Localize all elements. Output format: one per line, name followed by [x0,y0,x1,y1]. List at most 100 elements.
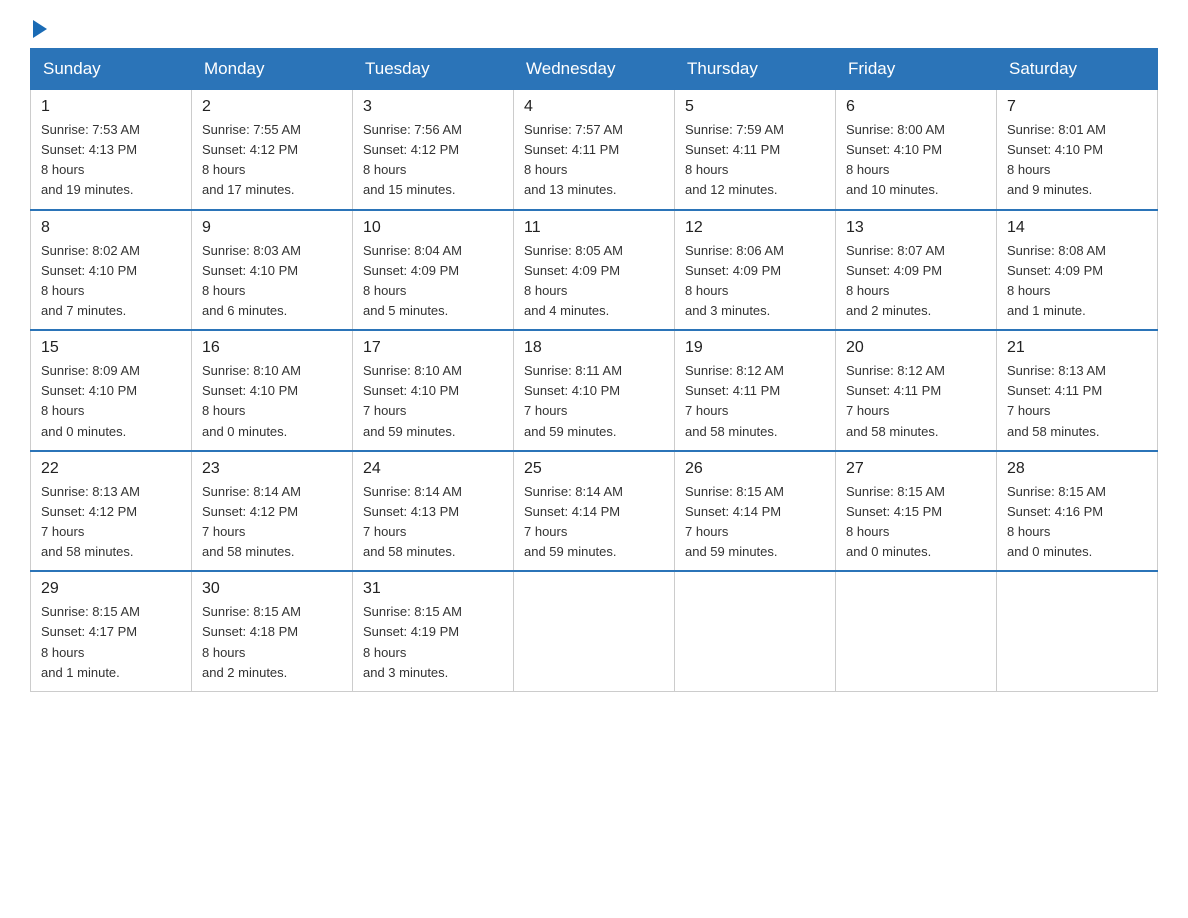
day-info: Sunrise: 8:13 AMSunset: 4:12 PM7 hoursan… [41,482,181,563]
calendar-cell: 28 Sunrise: 8:15 AMSunset: 4:16 PM8 hours… [997,451,1158,572]
calendar-cell [997,571,1158,691]
day-number: 12 [685,219,825,237]
calendar-cell: 8Sunrise: 8:02 AMSunset: 4:10 PM8 hoursa… [31,210,192,331]
calendar-cell: 16 Sunrise: 8:10 AMSunset: 4:10 PM8 hours… [192,330,353,451]
calendar-cell: 7Sunrise: 8:01 AMSunset: 4:10 PM8 hoursa… [997,90,1158,210]
calendar-cell: 9 Sunrise: 8:03 AMSunset: 4:10 PM8 hoursa… [192,210,353,331]
calendar-cell: 27 Sunrise: 8:15 AMSunset: 4:15 PM8 hours… [836,451,997,572]
day-number: 27 [846,460,986,478]
calendar-cell: 1Sunrise: 7:53 AMSunset: 4:13 PM8 hoursa… [31,90,192,210]
day-number: 6 [846,98,986,116]
calendar-cell: 22 Sunrise: 8:13 AMSunset: 4:12 PM7 hours… [31,451,192,572]
day-info: Sunrise: 8:02 AMSunset: 4:10 PM8 hoursan… [41,241,181,322]
calendar-cell: 17 Sunrise: 8:10 AMSunset: 4:10 PM7 hours… [353,330,514,451]
day-number: 1 [41,98,181,116]
day-number: 30 [202,580,342,598]
calendar-cell [514,571,675,691]
day-info: Sunrise: 8:15 AMSunset: 4:17 PM8 hoursan… [41,602,181,683]
day-number: 14 [1007,219,1147,237]
calendar-cell: 29 Sunrise: 8:15 AMSunset: 4:17 PM8 hours… [31,571,192,691]
calendar-table: SundayMondayTuesdayWednesdayThursdayFrid… [30,48,1158,692]
header-monday: Monday [192,49,353,90]
calendar-week-row: 1Sunrise: 7:53 AMSunset: 4:13 PM8 hoursa… [31,90,1158,210]
day-number: 13 [846,219,986,237]
day-info: Sunrise: 8:12 AMSunset: 4:11 PM7 hoursan… [846,361,986,442]
header-tuesday: Tuesday [353,49,514,90]
calendar-cell: 18 Sunrise: 8:11 AMSunset: 4:10 PM7 hours… [514,330,675,451]
day-info: Sunrise: 8:15 AMSunset: 4:16 PM8 hoursan… [1007,482,1147,563]
calendar-week-row: 15 Sunrise: 8:09 AMSunset: 4:10 PM8 hours… [31,330,1158,451]
header-saturday: Saturday [997,49,1158,90]
calendar-cell: 5 Sunrise: 7:59 AMSunset: 4:11 PM8 hoursa… [675,90,836,210]
calendar-cell: 4 Sunrise: 7:57 AMSunset: 4:11 PM8 hoursa… [514,90,675,210]
day-info: Sunrise: 8:15 AMSunset: 4:19 PM8 hoursan… [363,602,503,683]
day-info: Sunrise: 8:11 AMSunset: 4:10 PM7 hoursan… [524,361,664,442]
day-number: 9 [202,219,342,237]
calendar-cell: 12 Sunrise: 8:06 AMSunset: 4:09 PM8 hours… [675,210,836,331]
day-info: Sunrise: 8:14 AMSunset: 4:13 PM7 hoursan… [363,482,503,563]
calendar-cell: 23 Sunrise: 8:14 AMSunset: 4:12 PM7 hours… [192,451,353,572]
day-number: 22 [41,460,181,478]
calendar-cell: 21 Sunrise: 8:13 AMSunset: 4:11 PM7 hours… [997,330,1158,451]
day-number: 7 [1007,98,1147,116]
day-number: 23 [202,460,342,478]
calendar-cell: 24 Sunrise: 8:14 AMSunset: 4:13 PM7 hours… [353,451,514,572]
calendar-cell: 11 Sunrise: 8:05 AMSunset: 4:09 PM8 hours… [514,210,675,331]
header-wednesday: Wednesday [514,49,675,90]
calendar-week-row: 22 Sunrise: 8:13 AMSunset: 4:12 PM7 hours… [31,451,1158,572]
header-thursday: Thursday [675,49,836,90]
day-number: 17 [363,339,503,357]
calendar-cell: 31 Sunrise: 8:15 AMSunset: 4:19 PM8 hours… [353,571,514,691]
day-info: Sunrise: 8:14 AMSunset: 4:14 PM7 hoursan… [524,482,664,563]
day-number: 26 [685,460,825,478]
day-info: Sunrise: 8:10 AMSunset: 4:10 PM8 hoursan… [202,361,342,442]
logo [30,20,47,38]
day-info: Sunrise: 8:14 AMSunset: 4:12 PM7 hoursan… [202,482,342,563]
calendar-cell: 13Sunrise: 8:07 AMSunset: 4:09 PM8 hours… [836,210,997,331]
calendar-cell: 6 Sunrise: 8:00 AMSunset: 4:10 PM8 hoursa… [836,90,997,210]
day-number: 2 [202,98,342,116]
calendar-cell [675,571,836,691]
day-info: Sunrise: 7:59 AMSunset: 4:11 PM8 hoursan… [685,120,825,201]
day-number: 18 [524,339,664,357]
day-number: 24 [363,460,503,478]
day-number: 20 [846,339,986,357]
calendar-cell: 20 Sunrise: 8:12 AMSunset: 4:11 PM7 hours… [836,330,997,451]
day-info: Sunrise: 7:57 AMSunset: 4:11 PM8 hoursan… [524,120,664,201]
day-info: Sunrise: 8:10 AMSunset: 4:10 PM7 hoursan… [363,361,503,442]
day-number: 16 [202,339,342,357]
day-info: Sunrise: 8:03 AMSunset: 4:10 PM8 hoursan… [202,241,342,322]
day-info: Sunrise: 8:15 AMSunset: 4:18 PM8 hoursan… [202,602,342,683]
day-number: 4 [524,98,664,116]
day-number: 15 [41,339,181,357]
day-info: Sunrise: 8:09 AMSunset: 4:10 PM8 hoursan… [41,361,181,442]
day-info: Sunrise: 8:05 AMSunset: 4:09 PM8 hoursan… [524,241,664,322]
day-number: 25 [524,460,664,478]
calendar-cell: 30 Sunrise: 8:15 AMSunset: 4:18 PM8 hours… [192,571,353,691]
day-info: Sunrise: 8:00 AMSunset: 4:10 PM8 hoursan… [846,120,986,201]
calendar-header-row: SundayMondayTuesdayWednesdayThursdayFrid… [31,49,1158,90]
day-info: Sunrise: 8:15 AMSunset: 4:15 PM8 hoursan… [846,482,986,563]
calendar-cell: 10 Sunrise: 8:04 AMSunset: 4:09 PM8 hours… [353,210,514,331]
day-info: Sunrise: 8:08 AMSunset: 4:09 PM8 hoursan… [1007,241,1147,322]
calendar-cell [836,571,997,691]
day-info: Sunrise: 8:04 AMSunset: 4:09 PM8 hoursan… [363,241,503,322]
day-number: 29 [41,580,181,598]
header [30,20,1158,38]
day-number: 21 [1007,339,1147,357]
day-number: 28 [1007,460,1147,478]
header-friday: Friday [836,49,997,90]
day-number: 3 [363,98,503,116]
day-info: Sunrise: 8:06 AMSunset: 4:09 PM8 hoursan… [685,241,825,322]
logo-arrow-icon [33,20,47,38]
calendar-cell: 19Sunrise: 8:12 AMSunset: 4:11 PM7 hours… [675,330,836,451]
day-info: Sunrise: 8:13 AMSunset: 4:11 PM7 hoursan… [1007,361,1147,442]
day-number: 11 [524,219,664,237]
day-info: Sunrise: 8:15 AMSunset: 4:14 PM7 hoursan… [685,482,825,563]
day-number: 10 [363,219,503,237]
day-info: Sunrise: 7:55 AMSunset: 4:12 PM8 hoursan… [202,120,342,201]
day-number: 5 [685,98,825,116]
day-info: Sunrise: 7:56 AMSunset: 4:12 PM8 hoursan… [363,120,503,201]
day-number: 31 [363,580,503,598]
calendar-week-row: 8Sunrise: 8:02 AMSunset: 4:10 PM8 hoursa… [31,210,1158,331]
